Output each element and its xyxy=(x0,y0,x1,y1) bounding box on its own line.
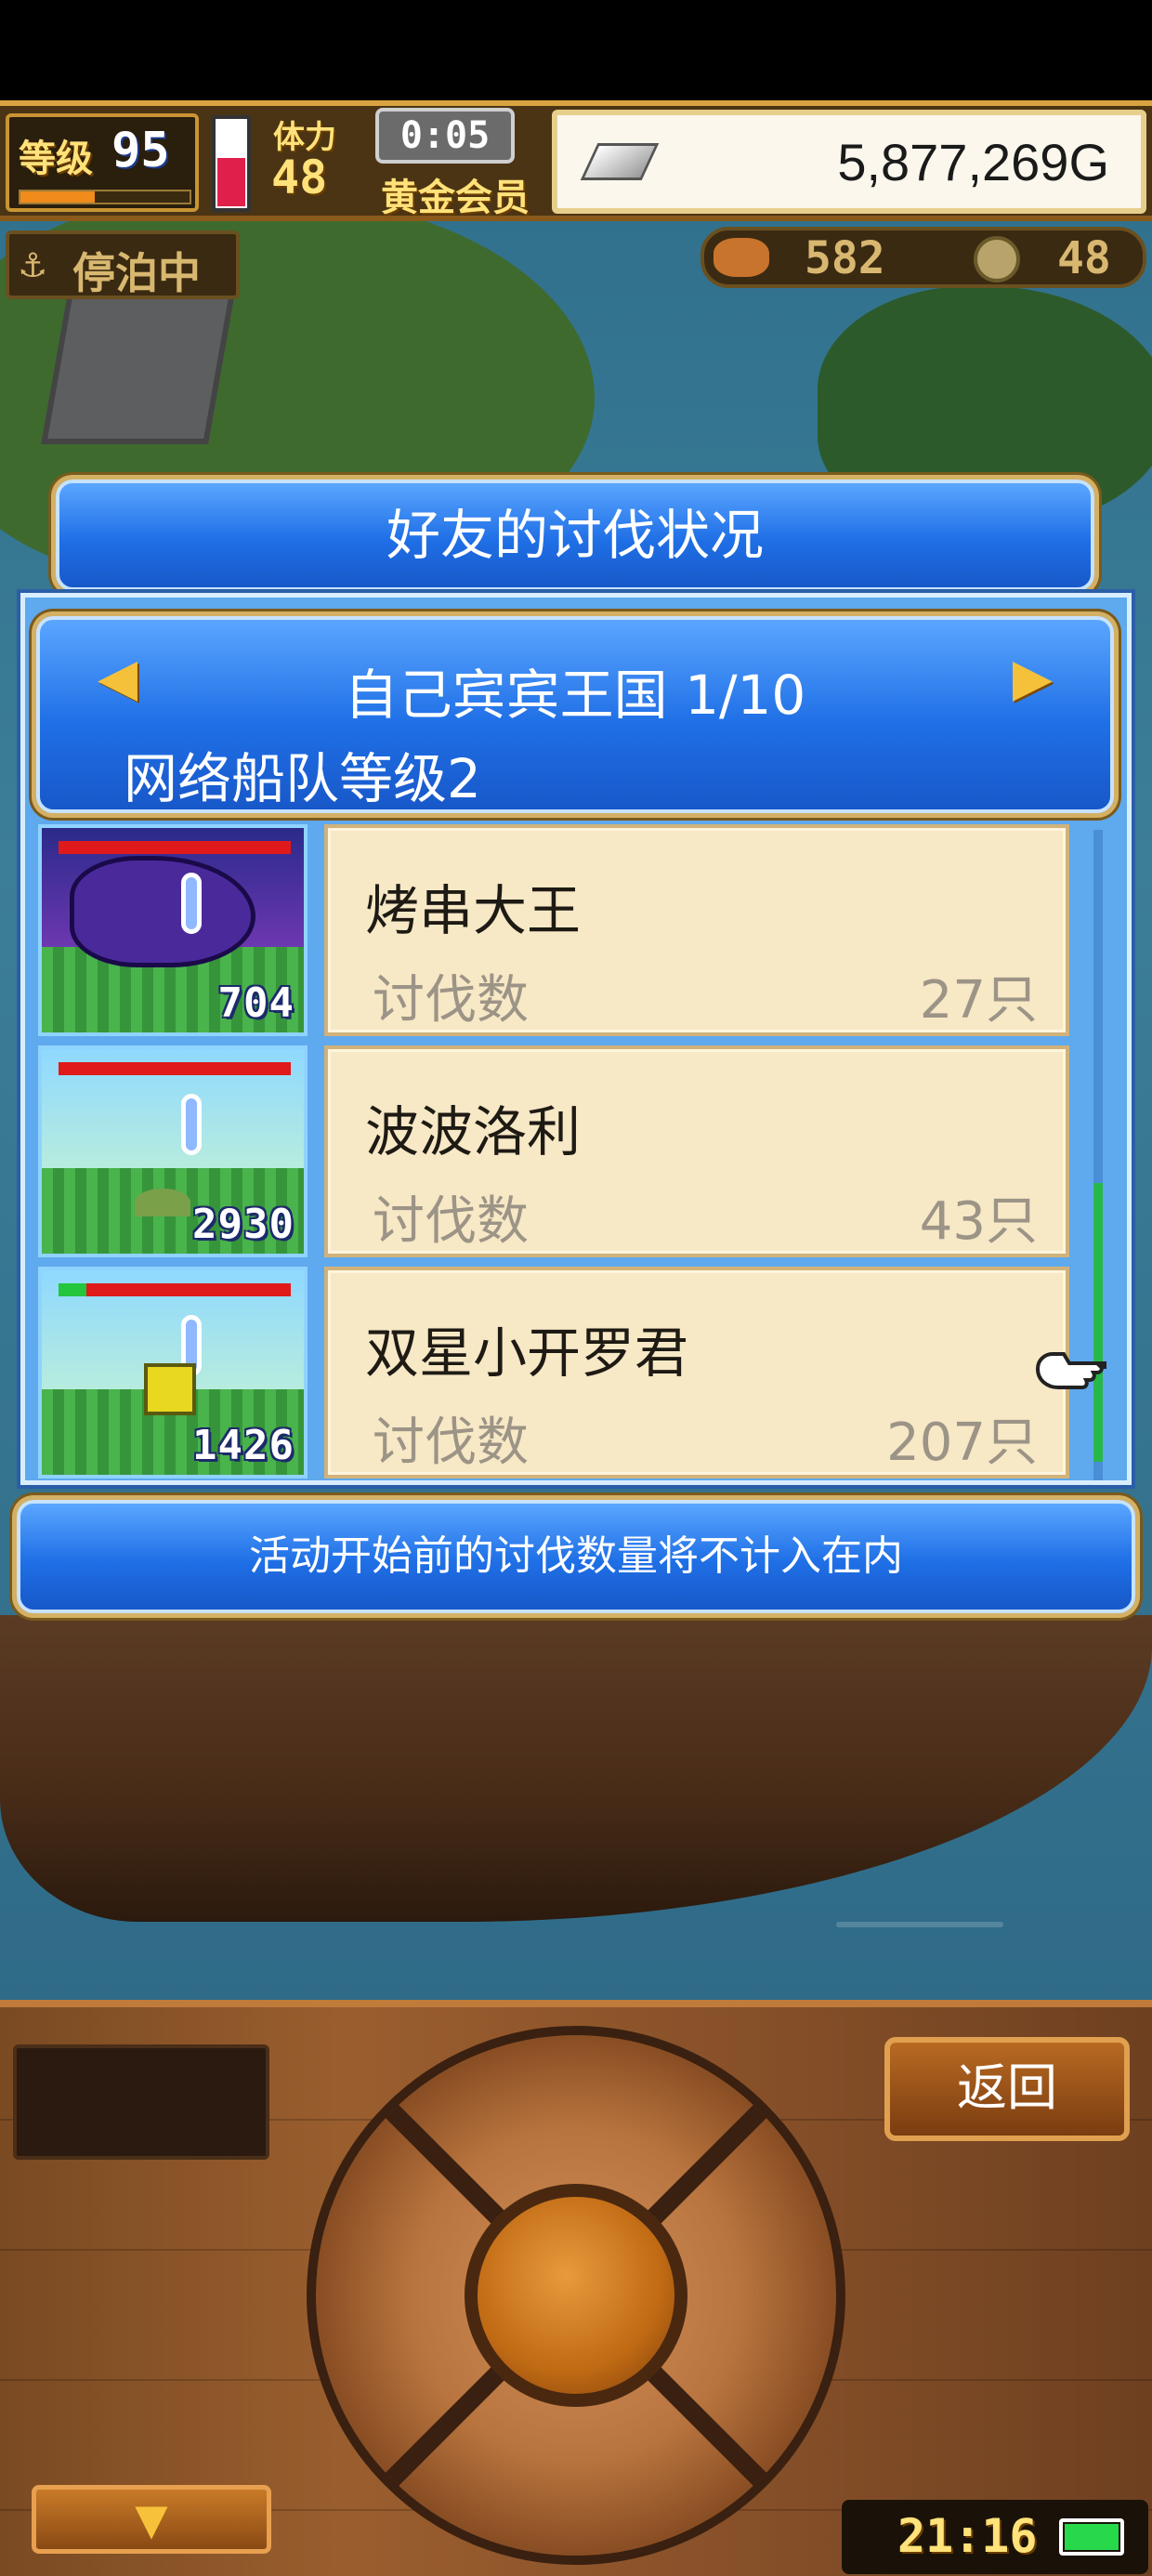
down-arrow-icon: ▼ xyxy=(135,2494,168,2544)
entry-card: 烤串大王 讨伐数 27只 xyxy=(324,824,1069,1036)
anchor-icon: ⚓ xyxy=(20,240,46,287)
level-box: 等级 95 xyxy=(6,113,199,212)
entry-card: 波波洛利 讨伐数 43只 xyxy=(324,1045,1069,1257)
down-arrow-button[interactable]: ▼ xyxy=(32,2485,271,2554)
battery-icon xyxy=(1059,2518,1124,2556)
timer-box: 0:05 xyxy=(375,108,515,164)
target-marker xyxy=(181,1094,202,1155)
player-name: 波波洛利 xyxy=(365,1100,582,1163)
defeat-label: 讨伐数 xyxy=(373,970,529,1031)
damage-value: 1426 xyxy=(192,1422,295,1469)
exp-bar-fill xyxy=(20,191,95,203)
ship-hull xyxy=(0,1615,1152,1922)
anchor-label: 停泊中 xyxy=(72,248,201,298)
dialog-title: 好友的讨伐状况 xyxy=(386,504,764,567)
monster-thumbnail: 1426 xyxy=(38,1267,308,1479)
defeat-count: 207只 xyxy=(886,1413,1038,1473)
monster-thumbnail: 2930 xyxy=(38,1045,308,1257)
gold-amount: 5,877,269G xyxy=(837,133,1109,191)
fleet-level: 网络船队等级2 xyxy=(124,747,481,810)
hp-bar-fill xyxy=(59,841,291,854)
dialog-title-banner: 好友的讨伐状况 xyxy=(56,480,1094,591)
gold-box: 5,877,269G xyxy=(552,110,1146,214)
level-label: 等级 xyxy=(19,138,93,180)
crew-value: 48 xyxy=(271,151,328,204)
hp-bar xyxy=(59,1283,291,1296)
hp-bar xyxy=(59,1062,291,1075)
stamina-gauge xyxy=(212,115,251,212)
damage-value: 704 xyxy=(217,979,295,1027)
pointing-hand-icon xyxy=(1032,1347,1106,1393)
player-name: 双星小开罗君 xyxy=(365,1321,689,1385)
player-name: 烤串大王 xyxy=(365,879,582,942)
entry-card: 双星小开罗君 讨伐数 207只 xyxy=(324,1267,1069,1479)
clock-box: 21:16 xyxy=(842,2500,1148,2574)
footer-note: 活动开始前的讨伐数量将不计入在内 xyxy=(249,1532,903,1580)
scrollbar-thumb[interactable] xyxy=(1093,1183,1103,1462)
kingdom-header: ◀ 自己宾宾王国 1/10 ▶ 网络船队等级2 xyxy=(36,616,1114,813)
bottom-console: 返回 ▼ 21:16 xyxy=(0,2000,1152,2576)
kingdom-title: 自己宾宾王国 1/10 xyxy=(344,664,806,727)
stamina-fill xyxy=(217,158,245,206)
damage-value: 2930 xyxy=(192,1201,295,1248)
list-item[interactable]: 704 烤串大王 讨伐数 27只 xyxy=(38,824,1069,1036)
food-icon xyxy=(713,238,769,277)
hp-bar-lost xyxy=(59,1283,86,1296)
stone-fort xyxy=(41,277,238,444)
level-value: 95 xyxy=(111,123,170,178)
defeat-count: 43只 xyxy=(919,1191,1038,1252)
resource1-value: 582 xyxy=(805,232,885,284)
right-arrow-icon[interactable]: ▶ xyxy=(1013,648,1053,708)
defeat-count: 27只 xyxy=(919,970,1038,1031)
hp-bar-fill xyxy=(86,1283,291,1296)
hp-bar xyxy=(59,841,291,854)
empty-slot[interactable] xyxy=(13,2044,269,2160)
dpad-center-button[interactable] xyxy=(465,2184,687,2407)
top-hud: 等级 95 体力 48 0:05 黄金会员 5,877,269G xyxy=(0,100,1152,221)
dpad-wheel[interactable] xyxy=(307,2026,845,2565)
monster-thumbnail: 704 xyxy=(38,824,308,1036)
back-button-label: 返回 xyxy=(957,2058,1057,2117)
defeat-label: 讨伐数 xyxy=(373,1191,529,1252)
exp-bar xyxy=(19,190,191,204)
monster-sprite xyxy=(144,1363,196,1415)
back-button[interactable]: 返回 xyxy=(884,2037,1130,2141)
clock-time: 21:16 xyxy=(897,2509,1038,2563)
anchor-status: ⚓ 停泊中 xyxy=(6,230,240,299)
battery-fill xyxy=(1065,2524,1119,2550)
list-item[interactable]: 1426 双星小开罗君 讨伐数 207只 xyxy=(38,1267,1106,1479)
wave xyxy=(836,1922,1003,1927)
defeat-label: 讨伐数 xyxy=(373,1413,529,1473)
resource2-value: 48 xyxy=(1057,232,1111,284)
monster-sprite xyxy=(135,1189,190,1216)
target-marker xyxy=(181,873,202,934)
silver-ingot-icon xyxy=(580,143,660,180)
coin-icon xyxy=(974,236,1020,283)
timer-text: 0:05 xyxy=(399,114,491,157)
membership-label: 黄金会员 xyxy=(381,177,530,219)
hp-bar-fill xyxy=(59,1062,291,1075)
friends-panel: ◀ 自己宾宾王国 1/10 ▶ 网络船队等级2 704 烤串大王 讨伐数 27只 xyxy=(20,593,1132,1485)
list-item[interactable]: 2930 波波洛利 讨伐数 43只 xyxy=(38,1045,1069,1257)
resource-bar: 582 48 xyxy=(700,227,1146,288)
footer-note-banner: 活动开始前的讨伐数量将不计入在内 xyxy=(17,1500,1135,1613)
